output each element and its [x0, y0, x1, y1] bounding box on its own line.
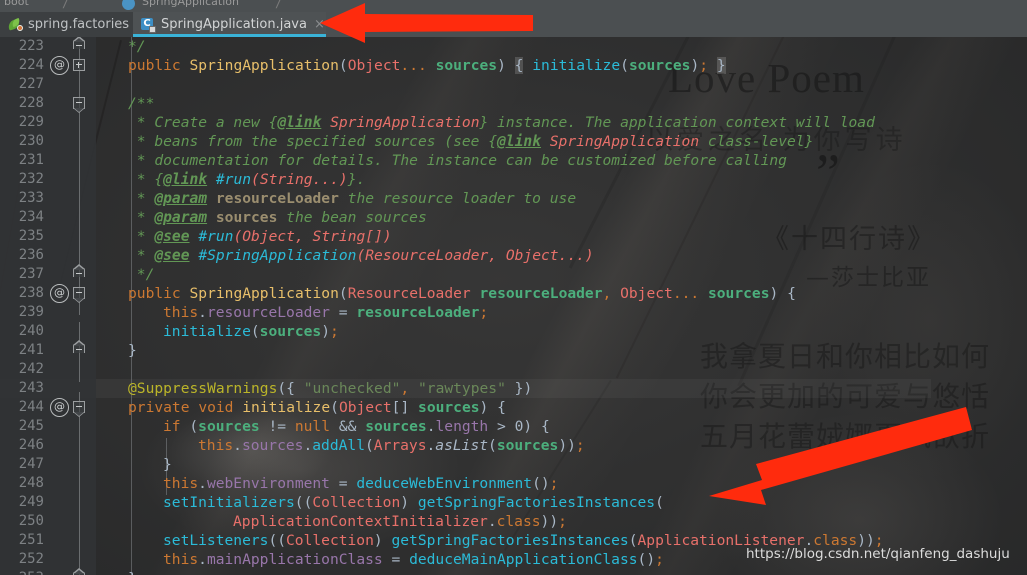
arrow-pointing-to-active-tab: [320, 3, 533, 43]
annotation-arrow-layer: [320, 3, 972, 505]
arrow-pointing-to-getspringfactoriesinstances: [709, 407, 972, 505]
ide-screenshot: Love Poem 以爱之名 为你写诗 ” 《十四行诗》 —莎士比亚 我拿夏日和…: [0, 0, 1027, 575]
